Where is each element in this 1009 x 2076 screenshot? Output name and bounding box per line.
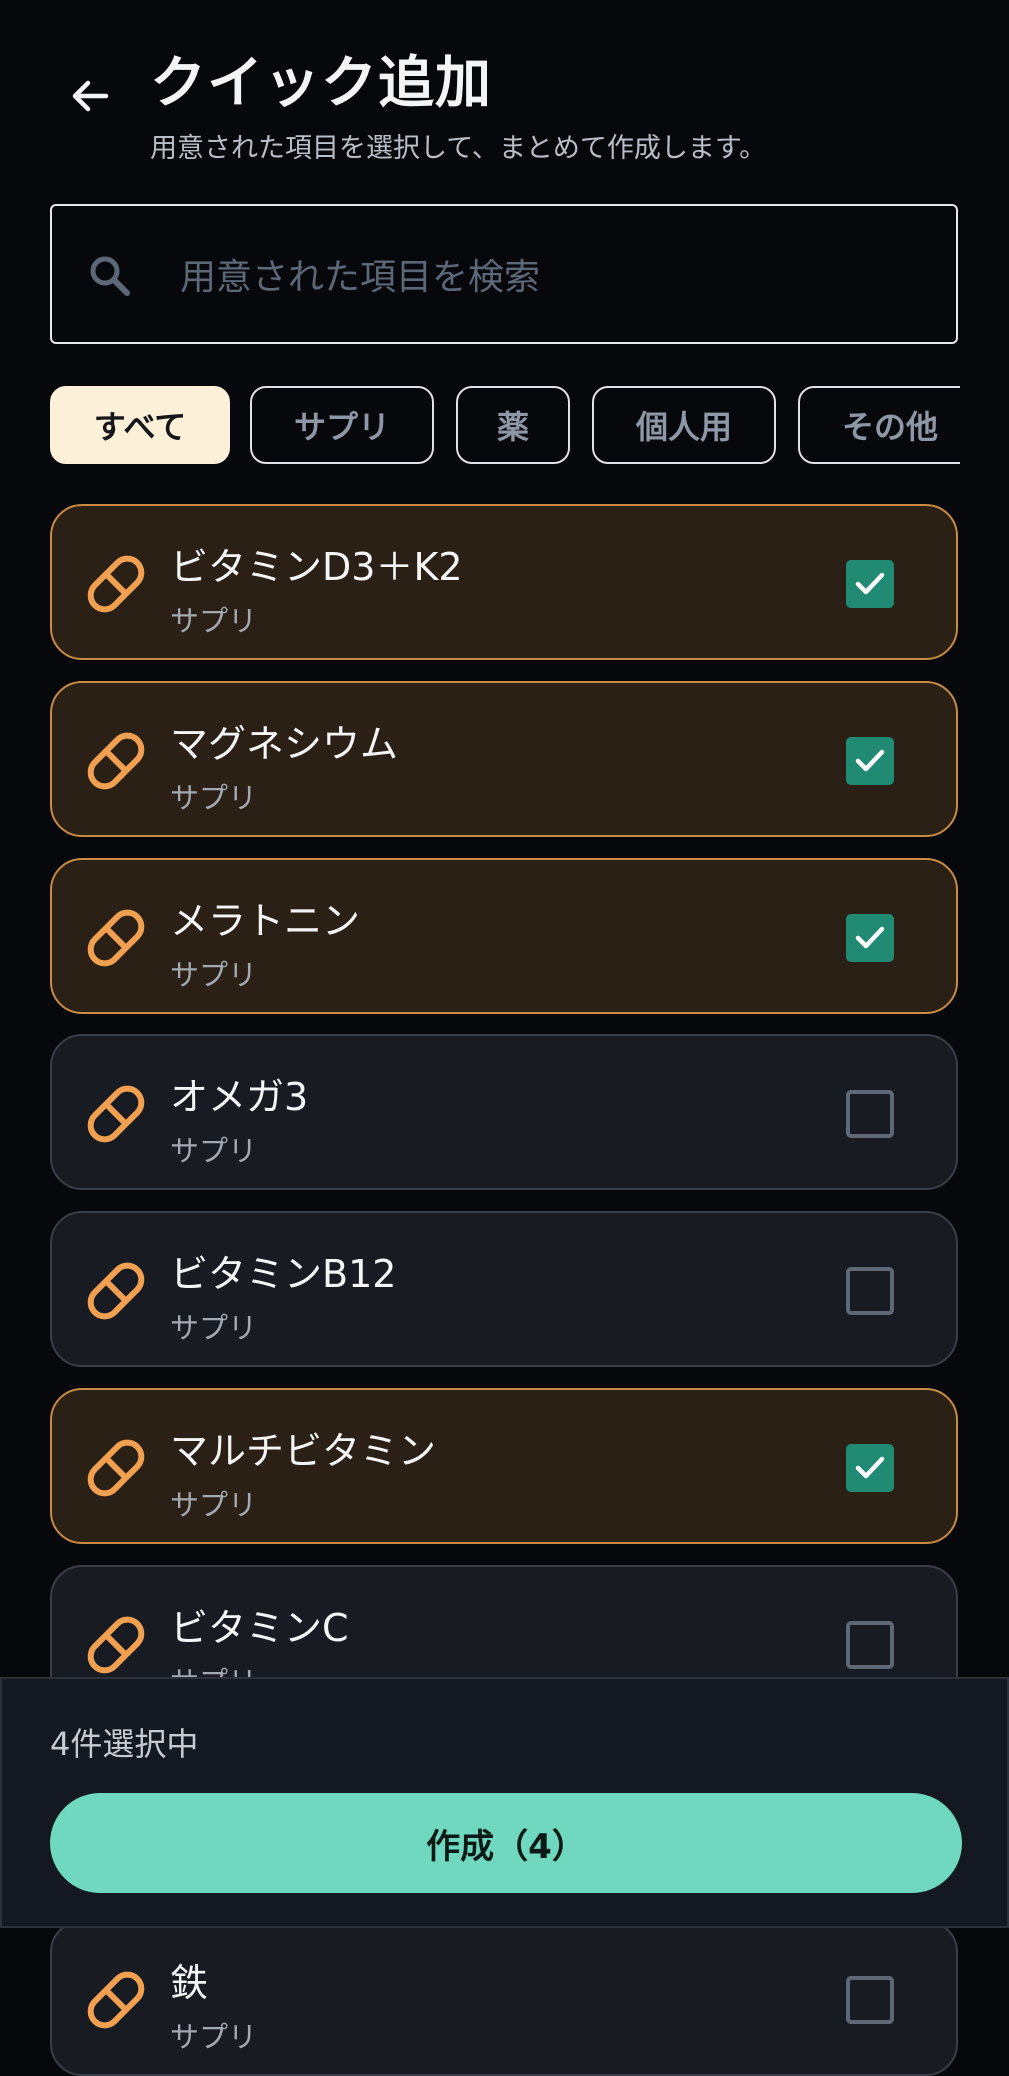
item-name: メラトニン xyxy=(170,899,361,943)
item-name: マグネシウム xyxy=(170,722,399,766)
item-checkbox[interactable] xyxy=(846,560,894,608)
item-category: サプリ xyxy=(170,958,258,992)
item-category: サプリ xyxy=(170,1488,258,1522)
item-category: サプリ xyxy=(170,781,258,815)
pill-icon xyxy=(87,909,145,967)
list-item[interactable]: オメガ3 サプリ xyxy=(50,1034,958,1190)
pill-icon xyxy=(87,1971,145,2029)
item-category: サプリ xyxy=(170,1311,258,1345)
item-checkbox[interactable] xyxy=(846,1444,894,1492)
pill-icon xyxy=(87,732,145,790)
item-checkbox[interactable] xyxy=(846,1090,894,1138)
pill-icon xyxy=(87,1262,145,1320)
item-name: ビタミンB12 xyxy=(170,1252,397,1296)
selection-bar: 4件選択中 作成（4） xyxy=(0,1677,1009,1928)
item-checkbox[interactable] xyxy=(846,1976,894,2024)
list-item[interactable]: ビタミンD3＋K2 サプリ xyxy=(50,504,958,660)
list-item[interactable]: メラトニン サプリ xyxy=(50,858,958,1014)
check-icon xyxy=(855,926,885,949)
check-icon xyxy=(855,749,885,772)
check-icon xyxy=(855,1456,885,1479)
pill-icon xyxy=(87,1439,145,1497)
create-button[interactable]: 作成（4） xyxy=(50,1793,962,1893)
item-category: サプリ xyxy=(170,2020,258,2054)
pill-icon xyxy=(87,1085,145,1143)
item-name: オメガ3 xyxy=(170,1075,309,1119)
item-name: ビタミンD3＋K2 xyxy=(170,545,463,589)
item-name: 鉄 xyxy=(170,1961,209,2005)
item-checkbox[interactable] xyxy=(846,1621,894,1669)
selected-count: 4件選択中 xyxy=(50,1725,199,1763)
item-name: マルチビタミン xyxy=(170,1429,437,1473)
list-item[interactable]: マルチビタミン サプリ xyxy=(50,1388,958,1544)
item-name: ビタミンC xyxy=(170,1606,349,1650)
item-category: サプリ xyxy=(170,1134,258,1168)
list-item[interactable]: ビタミンB12 サプリ xyxy=(50,1211,958,1367)
item-checkbox[interactable] xyxy=(846,737,894,785)
check-icon xyxy=(855,572,885,595)
list-item[interactable]: マグネシウム サプリ xyxy=(50,681,958,837)
pill-icon xyxy=(87,1616,145,1674)
list-item[interactable]: 鉄 サプリ xyxy=(50,1920,958,2076)
item-checkbox[interactable] xyxy=(846,914,894,962)
item-category: サプリ xyxy=(170,604,258,638)
pill-icon xyxy=(87,555,145,613)
item-checkbox[interactable] xyxy=(846,1267,894,1315)
